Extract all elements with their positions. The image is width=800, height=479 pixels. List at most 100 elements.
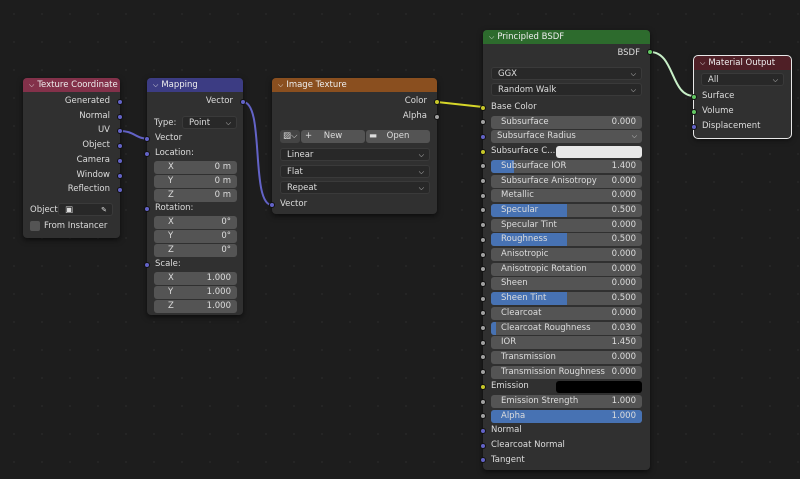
sheen-socket[interactable] <box>480 280 486 287</box>
roughness-slider[interactable]: Roughness 0.500 <box>491 233 642 247</box>
emission-color-swatch[interactable] <box>556 380 642 393</box>
axis-value: 1.000 <box>206 301 231 311</box>
ior-slider[interactable]: IOR 1.450 <box>491 336 642 350</box>
extension-dropdown[interactable]: Repeat ⌵ <box>280 181 430 194</box>
specular-tint-socket[interactable] <box>480 222 486 229</box>
subsurface-anisotropy-socket[interactable] <box>480 178 486 184</box>
vector-input-socket[interactable] <box>269 202 275 208</box>
subsurface-anisotropy-slider[interactable]: Subsurface Anisotropy 0.000 <box>491 174 642 188</box>
subsurface-radius-dropdown[interactable]: Subsurface Radius ⌵ <box>491 130 642 144</box>
chevron-down-icon[interactable]: ⌵ <box>700 59 705 67</box>
node-header[interactable]: ⌵ Material Output <box>694 56 791 70</box>
chevron-down-icon[interactable]: ⌵ <box>278 81 283 89</box>
material-output-node[interactable]: ⌵ Material Output All ⌵ Surface Volume Displ… <box>691 55 792 139</box>
location-input-socket[interactable] <box>144 151 150 157</box>
metallic-slider[interactable]: Metallic 0.000 <box>491 189 642 203</box>
vector-output-socket[interactable] <box>240 99 246 105</box>
chevron-down-icon[interactable]: ⌵ <box>153 81 158 89</box>
transmission-socket[interactable] <box>480 354 486 361</box>
alpha-slider[interactable]: Alpha 1.000 <box>491 409 642 423</box>
subsurface-c--socket[interactable] <box>480 148 486 155</box>
bsdf-output-socket[interactable] <box>647 49 653 55</box>
roughness-socket[interactable] <box>480 236 486 243</box>
object-field[interactable]: ▣ ✎ <box>58 203 113 216</box>
sheen-tint-socket[interactable] <box>480 295 486 302</box>
output-socket-generated[interactable] <box>117 99 123 105</box>
clearcoat-slider[interactable]: Clearcoat 0.000 <box>491 306 642 320</box>
clearcoat-socket[interactable] <box>480 310 486 317</box>
distribution-dropdown[interactable]: GGX ⌵ <box>491 67 642 80</box>
ior-socket[interactable] <box>480 339 486 346</box>
volume-input-socket[interactable] <box>691 109 697 115</box>
node-header[interactable]: ⌵ Image Texture <box>272 78 437 92</box>
node-header[interactable]: ⌵ Principled BSDF <box>483 30 650 44</box>
anisotropic-socket[interactable] <box>480 251 486 258</box>
image-texture-node[interactable]: ⌵ Image Texture Color Alpha ▨⌵ + New ▬ Open… <box>269 78 440 214</box>
subsurface-method-dropdown[interactable]: Random Walk ⌵ <box>491 83 642 96</box>
from-instancer-checkbox[interactable] <box>30 221 40 231</box>
base-color-socket[interactable] <box>480 104 486 111</box>
location-x-field[interactable]: X 0 m <box>154 161 237 174</box>
mapping-node[interactable]: ⌵ Mapping Vector Type: Point ⌵ Vector Locat… <box>144 78 246 315</box>
alpha-socket[interactable] <box>480 413 486 420</box>
scale-z-field[interactable]: Z 1.000 <box>154 300 237 313</box>
principled-bsdf-node[interactable]: ⌵ Principled BSDF BSDF GGX ⌵ Random Walk ⌵ … <box>480 30 653 470</box>
scale-input-socket[interactable] <box>144 262 150 268</box>
target-dropdown[interactable]: All ⌵ <box>701 73 784 86</box>
location-z-field[interactable]: Z 0 m <box>154 189 237 202</box>
texture-coordinate-node[interactable]: ⌵ Texture Coordinate Generated Normal UV Obj… <box>23 78 123 238</box>
subsurface-socket[interactable] <box>480 119 486 126</box>
emission-strength-slider[interactable]: Emission Strength 1.000 <box>491 395 642 408</box>
transmission-roughness-socket[interactable] <box>480 369 486 376</box>
specular-slider[interactable]: Specular 0.500 <box>491 203 642 217</box>
node-header[interactable]: ⌵ Texture Coordinate <box>23 78 120 92</box>
subsurface-slider[interactable]: Subsurface 0.000 <box>491 115 642 129</box>
node-header[interactable]: ⌵ Mapping <box>147 78 243 92</box>
anisotropic-rotation-slider[interactable]: Anisotropic Rotation 0.000 <box>491 262 642 276</box>
anisotropic-rotation-socket[interactable] <box>480 266 486 273</box>
open-image-button[interactable]: ▬ Open <box>366 130 430 143</box>
rotation-x-field[interactable]: X 0° <box>154 216 237 229</box>
clearcoat-roughness-slider[interactable]: Clearcoat Roughness 0.030 <box>491 321 642 335</box>
type-dropdown[interactable]: Point ⌵ <box>182 116 237 129</box>
color-output-socket[interactable] <box>434 99 440 105</box>
tangent-socket[interactable] <box>480 457 486 464</box>
output-socket-camera[interactable] <box>117 157 123 164</box>
emission-strength-socket[interactable] <box>480 398 486 405</box>
eyedropper-icon[interactable]: ✎ <box>101 204 107 217</box>
subsurface-ior-socket[interactable] <box>480 163 486 170</box>
sheen-tint-slider[interactable]: Sheen Tint 0.500 <box>491 292 642 306</box>
specular-tint-slider[interactable]: Specular Tint 0.000 <box>491 218 642 232</box>
metallic-socket[interactable] <box>480 192 486 199</box>
scale-y-field[interactable]: Y 1.000 <box>154 286 237 299</box>
rotation-input-socket[interactable] <box>144 206 150 212</box>
surface-input-socket[interactable] <box>691 94 697 100</box>
scale-x-field[interactable]: X 1.000 <box>154 272 237 285</box>
clearcoat-roughness-socket[interactable] <box>480 325 486 331</box>
normal-socket[interactable] <box>480 427 486 434</box>
anisotropic-slider[interactable]: Anisotropic 0.000 <box>491 248 642 261</box>
chevron-down-icon[interactable]: ⌵ <box>489 33 494 41</box>
output-socket-window[interactable] <box>117 172 123 179</box>
sheen-slider[interactable]: Sheen 0.000 <box>491 277 642 291</box>
subsurface-c--color-swatch[interactable] <box>556 145 642 158</box>
rotation-y-field[interactable]: Y 0° <box>154 230 237 243</box>
new-image-button[interactable]: + New <box>301 130 365 143</box>
projection-dropdown[interactable]: Flat ⌵ <box>280 165 430 178</box>
alpha-output-socket[interactable] <box>434 114 440 120</box>
transmission-roughness-slider[interactable]: Transmission Roughness 0.000 <box>491 365 642 379</box>
chevron-down-icon[interactable]: ⌵ <box>29 81 34 89</box>
vector-input-socket[interactable] <box>144 136 150 142</box>
emission-socket[interactable] <box>480 383 486 390</box>
specular-socket[interactable] <box>480 207 486 214</box>
transmission-slider[interactable]: Transmission 0.000 <box>491 350 642 364</box>
image-browse-button[interactable]: ▨⌵ <box>280 130 300 143</box>
location-y-field[interactable]: Y 0 m <box>154 175 237 188</box>
rotation-z-field[interactable]: Z 0° <box>154 244 237 257</box>
clearcoat-normal-socket[interactable] <box>480 442 486 449</box>
subsurface-ior-slider[interactable]: Subsurface IOR 1.400 <box>491 159 642 173</box>
interpolation-dropdown[interactable]: Linear ⌵ <box>280 148 430 161</box>
output-socket-normal[interactable] <box>117 113 123 120</box>
subsurface-radius-socket[interactable] <box>480 133 486 140</box>
displacement-input-socket[interactable] <box>691 124 697 130</box>
